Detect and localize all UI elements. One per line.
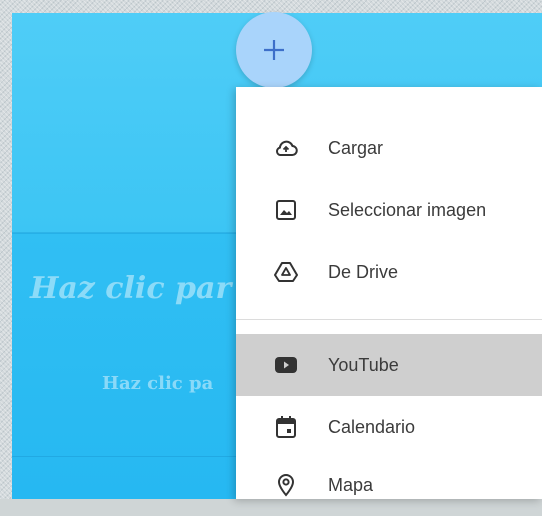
- cloud-upload-icon: [272, 134, 300, 162]
- menu-item-label: Calendario: [328, 416, 416, 437]
- menu-item-drive[interactable]: De Drive: [236, 241, 542, 303]
- drive-icon: [272, 258, 300, 286]
- youtube-icon: [272, 351, 300, 379]
- menu-item-youtube[interactable]: YouTube: [236, 334, 542, 396]
- insert-menu: Cargar Seleccionar imagen De Drive YouTu…: [236, 87, 542, 499]
- menu-item-upload[interactable]: Cargar: [236, 117, 542, 179]
- menu-item-map[interactable]: Mapa: [236, 454, 542, 516]
- page-subtitle-placeholder[interactable]: Haz clic pa: [102, 373, 213, 394]
- calendar-icon: [272, 413, 300, 441]
- insert-button[interactable]: [236, 12, 312, 88]
- map-pin-icon: [272, 471, 300, 499]
- menu-item-label: Mapa: [328, 474, 374, 495]
- menu-item-label: Cargar: [328, 137, 384, 158]
- menu-item-select-image[interactable]: Seleccionar imagen: [236, 179, 542, 241]
- menu-item-calendar[interactable]: Calendario: [236, 396, 542, 458]
- menu-item-label: De Drive: [328, 261, 399, 282]
- menu-item-label: YouTube: [328, 354, 399, 375]
- plus-icon: [264, 40, 284, 60]
- page-title-placeholder[interactable]: Haz clic par: [30, 271, 231, 306]
- image-icon: [272, 196, 300, 224]
- menu-divider: [236, 319, 542, 320]
- menu-item-label: Seleccionar imagen: [328, 199, 487, 220]
